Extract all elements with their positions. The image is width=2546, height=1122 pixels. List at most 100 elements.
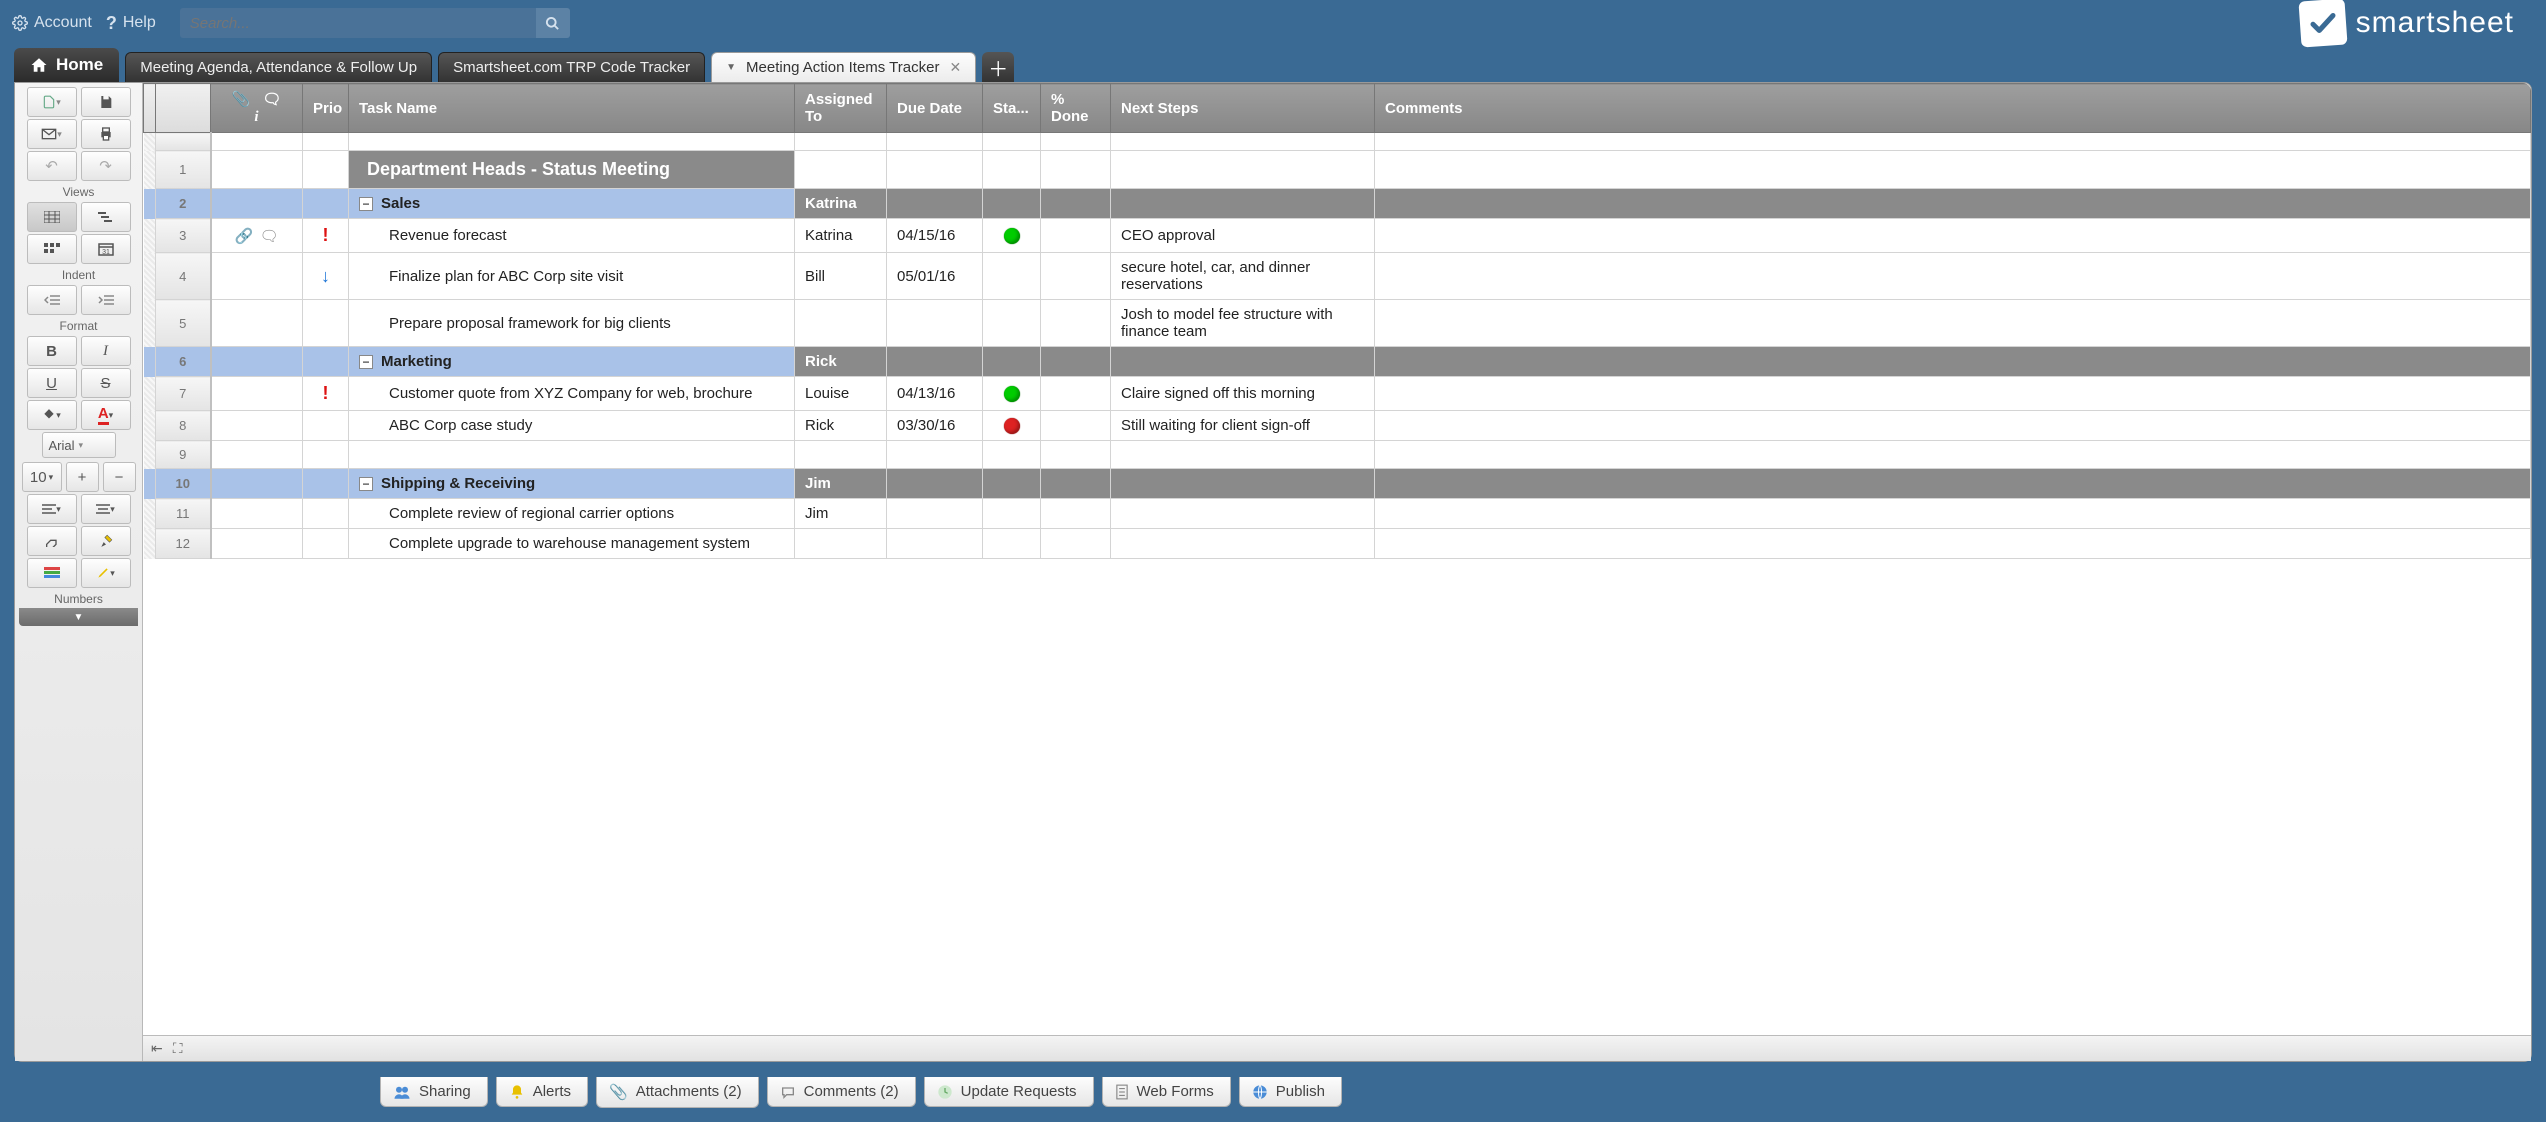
cell-prio[interactable]: ↓ xyxy=(303,253,349,300)
cell-due[interactable] xyxy=(887,529,983,559)
col-task[interactable]: Task Name xyxy=(349,84,795,133)
cell-due[interactable]: 04/15/16 xyxy=(887,219,983,253)
row-number[interactable]: 5 xyxy=(156,300,211,347)
cell-assigned[interactable]: Katrina xyxy=(795,189,887,219)
cell-icons[interactable] xyxy=(211,377,303,411)
cell-status[interactable] xyxy=(983,411,1041,441)
font-size-select[interactable]: 10▾ xyxy=(22,462,62,492)
cell-next[interactable]: Josh to model fee structure with finance… xyxy=(1111,300,1375,347)
cell-due[interactable]: 03/30/16 xyxy=(887,411,983,441)
undo-button[interactable]: ↶ xyxy=(27,151,77,181)
comments-tab[interactable]: Comments (2) xyxy=(767,1077,916,1107)
grid-view-button[interactable] xyxy=(27,202,77,232)
cell-prio[interactable]: ! xyxy=(303,219,349,253)
redo-button[interactable]: ↷ xyxy=(81,151,131,181)
cell-due[interactable] xyxy=(887,441,983,469)
cell-assigned[interactable]: Jim xyxy=(795,499,887,529)
table-row[interactable]: 12 Complete upgrade to warehouse manageme… xyxy=(144,529,2531,559)
cell-comments[interactable] xyxy=(1375,529,2531,559)
cell-status[interactable] xyxy=(983,189,1041,219)
home-tab[interactable]: Home xyxy=(14,48,119,82)
cell-done[interactable] xyxy=(1041,377,1111,411)
cell-done[interactable] xyxy=(1041,219,1111,253)
cell-assigned[interactable] xyxy=(795,151,887,189)
cell-icons[interactable] xyxy=(211,469,303,499)
cell-done[interactable] xyxy=(1041,469,1111,499)
cell-assigned[interactable]: Katrina xyxy=(795,219,887,253)
table-row[interactable]: 6−MarketingRick xyxy=(144,347,2531,377)
cell-next[interactable] xyxy=(1111,499,1375,529)
col-assigned[interactable]: Assigned To xyxy=(795,84,887,133)
cell-assigned[interactable]: Bill xyxy=(795,253,887,300)
col-icons[interactable]: 📎 🗨 i xyxy=(211,84,303,133)
cell-next[interactable]: CEO approval xyxy=(1111,219,1375,253)
help-link[interactable]: ? Help xyxy=(106,13,156,34)
cell-due[interactable]: 05/01/16 xyxy=(887,253,983,300)
cell-prio[interactable] xyxy=(303,347,349,377)
cell-comments[interactable] xyxy=(1375,219,2531,253)
cell-task-group[interactable]: −Sales xyxy=(349,189,795,219)
cell-due[interactable] xyxy=(887,189,983,219)
cell-assigned[interactable]: Rick xyxy=(795,411,887,441)
row-number[interactable]: 12 xyxy=(156,529,211,559)
cell-icons[interactable] xyxy=(211,529,303,559)
cell-icons[interactable] xyxy=(211,151,303,189)
card-view-button[interactable] xyxy=(27,234,77,264)
cell-comments[interactable] xyxy=(1375,189,2531,219)
conditional-format-button[interactable] xyxy=(27,558,77,588)
align-button[interactable]: ▾ xyxy=(27,494,77,524)
cell-comments[interactable] xyxy=(1375,469,2531,499)
collapse-icon[interactable]: − xyxy=(359,477,373,491)
cell-assigned[interactable]: Jim xyxy=(795,469,887,499)
font-decrease-button[interactable]: − xyxy=(103,462,136,492)
collapse-icon[interactable]: − xyxy=(359,355,373,369)
new-tab-button[interactable]: ＋ xyxy=(982,52,1014,82)
fullscreen-icon[interactable]: ⛶ xyxy=(173,1040,183,1057)
cell-next[interactable] xyxy=(1111,347,1375,377)
fill-color-button[interactable]: ▾ xyxy=(27,400,77,430)
row-number[interactable]: 1 xyxy=(156,151,211,189)
row-number[interactable]: 4 xyxy=(156,253,211,300)
cell-comments[interactable] xyxy=(1375,253,2531,300)
col-due[interactable]: Due Date xyxy=(887,84,983,133)
sheet-grid[interactable]: 📎 🗨 i Prio Task Name Assigned To Due Dat… xyxy=(143,83,2531,1035)
sharing-tab[interactable]: Sharing xyxy=(380,1077,488,1107)
cell-next[interactable]: Claire signed off this morning xyxy=(1111,377,1375,411)
cell-status[interactable] xyxy=(983,219,1041,253)
cell-done[interactable] xyxy=(1041,499,1111,529)
indent-button[interactable] xyxy=(81,285,131,315)
cell-icons[interactable] xyxy=(211,189,303,219)
table-row[interactable]: 8ABC Corp case studyRick03/30/16Still wa… xyxy=(144,411,2531,441)
cell-due[interactable] xyxy=(887,151,983,189)
toolbar-expand-button[interactable]: ▼ xyxy=(19,608,138,626)
cell-prio[interactable] xyxy=(303,151,349,189)
italic-button[interactable]: I xyxy=(81,336,131,366)
cell-next[interactable] xyxy=(1111,189,1375,219)
cell-icons[interactable] xyxy=(211,499,303,529)
table-row[interactable]: 10−Shipping & ReceivingJim xyxy=(144,469,2531,499)
close-icon[interactable]: ✕ xyxy=(949,59,961,76)
cell-comments[interactable] xyxy=(1375,411,2531,441)
col-status[interactable]: Sta... xyxy=(983,84,1041,133)
cell-task[interactable]: Revenue forecast xyxy=(349,219,795,253)
cell-status[interactable] xyxy=(983,253,1041,300)
cell-task-title[interactable]: Department Heads - Status Meeting xyxy=(349,151,795,189)
cell-due[interactable] xyxy=(887,300,983,347)
collapse-left-icon[interactable]: ⇤ xyxy=(151,1040,163,1057)
cell-icons[interactable] xyxy=(211,347,303,377)
collapse-icon[interactable]: − xyxy=(359,197,373,211)
highlight-button[interactable]: ▾ xyxy=(81,558,131,588)
cell-due[interactable] xyxy=(887,347,983,377)
cell-prio[interactable] xyxy=(303,529,349,559)
cell-prio[interactable] xyxy=(303,469,349,499)
cell-task[interactable]: Complete upgrade to warehouse management… xyxy=(349,529,795,559)
table-row[interactable]: 9 xyxy=(144,441,2531,469)
tab-meeting-agenda[interactable]: Meeting Agenda, Attendance & Follow Up xyxy=(125,52,432,82)
cell-task[interactable]: Prepare proposal framework for big clien… xyxy=(349,300,795,347)
table-row[interactable]: 4↓Finalize plan for ABC Corp site visitB… xyxy=(144,253,2531,300)
cell-done[interactable] xyxy=(1041,347,1111,377)
webforms-tab[interactable]: Web Forms xyxy=(1102,1077,1231,1107)
save-button[interactable] xyxy=(81,87,131,117)
underline-button[interactable]: U xyxy=(27,368,77,398)
cell-comments[interactable] xyxy=(1375,347,2531,377)
